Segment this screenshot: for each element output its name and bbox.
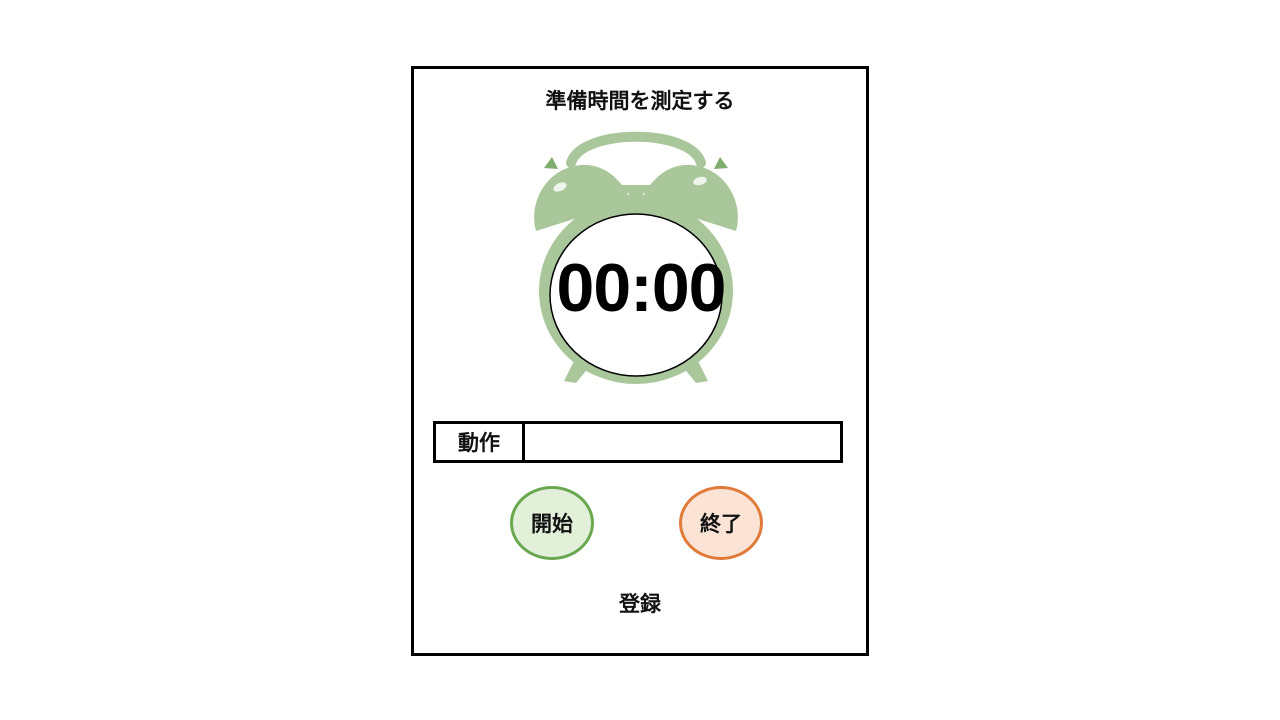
start-button[interactable]: 開始 [510, 486, 594, 560]
action-label: 動作 [436, 424, 525, 460]
register-button[interactable]: 登録 [414, 588, 866, 618]
page-title: 準備時間を測定する [545, 89, 735, 113]
action-input[interactable] [525, 424, 840, 460]
action-row: 動作 [433, 421, 843, 463]
start-button-label: 開始 [531, 512, 573, 536]
end-button-label: 終了 [700, 512, 742, 536]
timer-display: 00:00 [556, 250, 727, 326]
end-button[interactable]: 終了 [679, 486, 763, 560]
timer-panel: 準備時間を測定する 00:00 動作 開始 終了 登録 [411, 66, 869, 656]
